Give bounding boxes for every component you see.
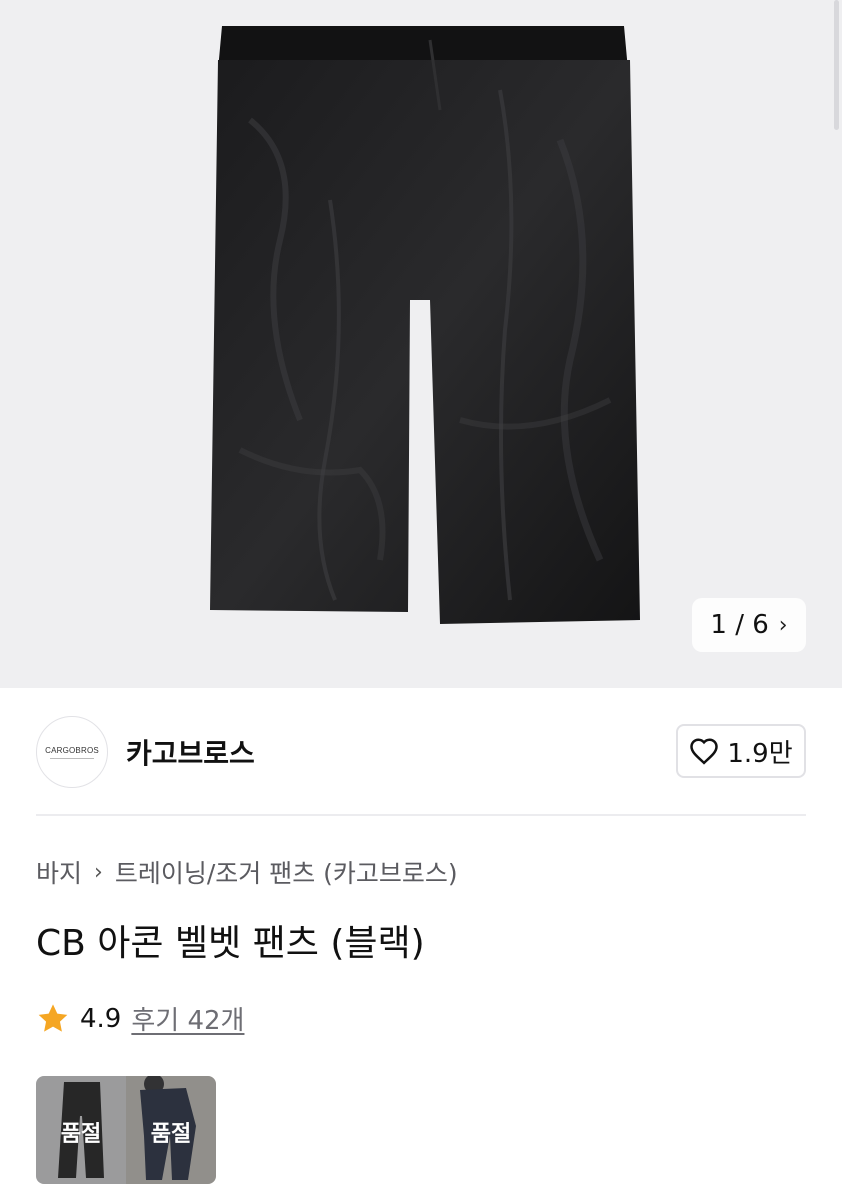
color-option-black[interactable]: 품절 bbox=[36, 1076, 126, 1184]
product-title: CB 아콘 벨벳 팬츠 (블랙) bbox=[36, 923, 425, 964]
brand-logo-text: CARGOBROS bbox=[45, 745, 99, 755]
chevron-right-icon[interactable]: › bbox=[779, 613, 788, 638]
brand-logo-underline bbox=[50, 757, 94, 759]
breadcrumb-item-pants[interactable]: 바지 bbox=[36, 854, 82, 890]
product-image-gallery[interactable]: 1 / 6 › bbox=[0, 0, 842, 688]
like-count: 1.9만 bbox=[727, 738, 793, 769]
soldout-label: 품절 bbox=[60, 1122, 102, 1147]
like-button[interactable]: 1.9만 bbox=[676, 724, 806, 778]
chevron-right-icon: › bbox=[94, 859, 103, 885]
scrollbar-thumb[interactable] bbox=[834, 0, 839, 130]
soldout-label: 품절 bbox=[150, 1122, 192, 1147]
divider bbox=[36, 814, 806, 816]
pager-text: 1 / 6 bbox=[710, 610, 769, 640]
brand-row: CARGOBROS 카고브로스 1.9만 bbox=[0, 688, 842, 816]
product-image bbox=[210, 26, 640, 624]
breadcrumb-item-category[interactable]: 트레이닝/조거 팬츠 (카고브로스) bbox=[115, 854, 458, 890]
heart-icon bbox=[690, 738, 719, 765]
color-option-navy[interactable]: 품절 bbox=[126, 1076, 216, 1184]
reviews-link[interactable]: 후기 42개 bbox=[131, 1000, 244, 1037]
image-pager[interactable]: 1 / 6 › bbox=[692, 598, 806, 652]
rating-row: 4.9 후기 42개 bbox=[36, 1000, 244, 1037]
rating-score: 4.9 bbox=[80, 1003, 122, 1034]
color-options: 품절 품절 bbox=[36, 1076, 216, 1184]
brand-logo[interactable]: CARGOBROS bbox=[36, 716, 108, 788]
star-icon bbox=[38, 1003, 68, 1032]
breadcrumb: 바지 › 트레이닝/조거 팬츠 (카고브로스) bbox=[36, 854, 458, 890]
brand-name[interactable]: 카고브로스 bbox=[126, 732, 255, 772]
